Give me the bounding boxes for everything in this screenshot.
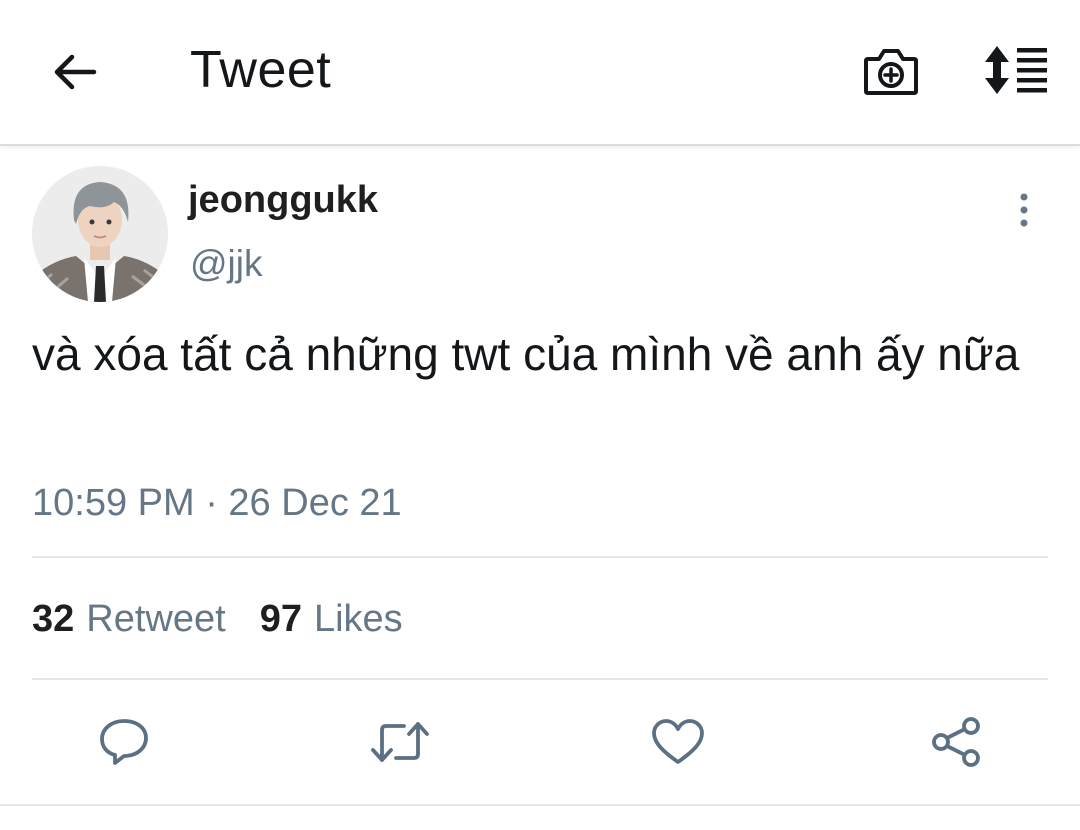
top-app-bar: Tweet [0, 0, 1080, 146]
arrow-left-icon [50, 52, 98, 92]
divider [32, 678, 1048, 680]
like-button[interactable] [648, 714, 708, 770]
retweet-stat[interactable]: 32 Retweet [32, 596, 226, 642]
reply-button[interactable] [94, 714, 154, 770]
back-button[interactable] [44, 44, 104, 100]
page-title: Tweet [190, 41, 332, 99]
share-button[interactable] [926, 714, 986, 770]
user-handle[interactable]: @jjk [190, 242, 263, 286]
divider [32, 556, 1048, 558]
camera-plus-icon [862, 45, 920, 97]
likes-stat[interactable]: 97 Likes [260, 596, 403, 642]
retweet-count: 32 [32, 598, 75, 640]
engagement-stats: 32 Retweet 97 Likes [32, 596, 437, 642]
tweet-text: và xóa tất cả những twt của mình về anh … [32, 328, 1020, 380]
more-vertical-icon [1018, 192, 1030, 228]
avatar[interactable] [32, 166, 168, 302]
likes-count: 97 [259, 598, 302, 640]
more-options-button[interactable] [1004, 186, 1044, 234]
retweet-icon [370, 720, 430, 764]
camera-button[interactable] [858, 40, 924, 102]
likes-label: Likes [313, 598, 403, 640]
sort-button[interactable] [978, 40, 1054, 100]
retweet-label: Retweet [86, 598, 226, 640]
divider [0, 804, 1080, 806]
share-icon [929, 716, 983, 768]
sort-list-icon [981, 44, 1051, 96]
heart-icon [651, 718, 705, 766]
retweet-button[interactable] [370, 714, 430, 770]
reply-icon [98, 717, 150, 767]
display-name[interactable]: jeonggukk [188, 178, 378, 222]
tweet-timestamp: 10:59 PM · 26 Dec 21 [32, 482, 402, 524]
